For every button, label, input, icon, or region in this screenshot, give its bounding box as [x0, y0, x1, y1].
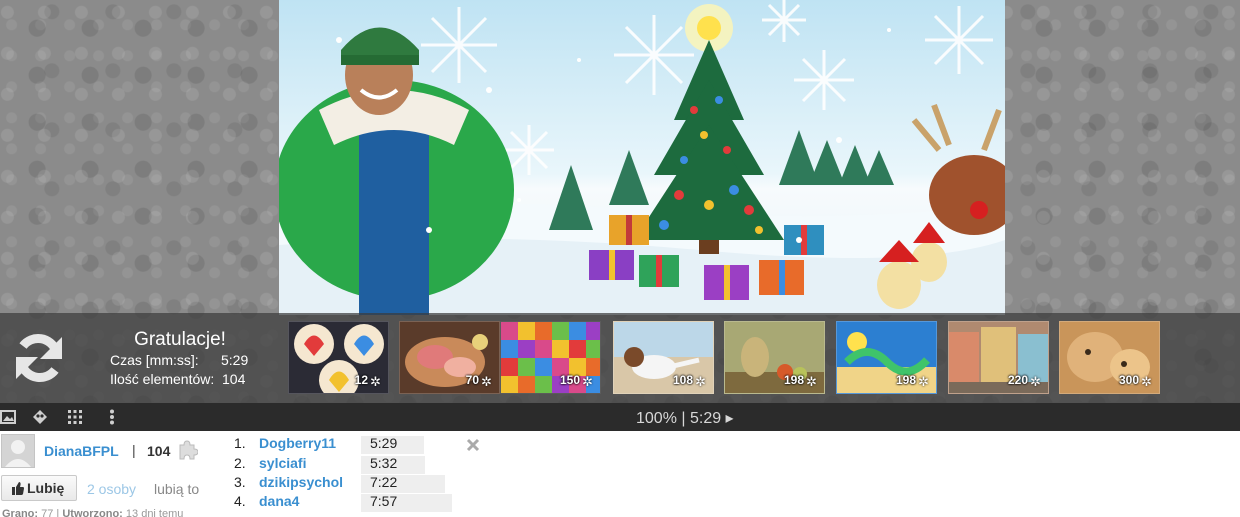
user-score: 104	[147, 443, 171, 459]
rank-time: 5:32	[370, 455, 398, 471]
rank-player-link[interactable]: dzikipsychol	[259, 474, 343, 490]
piece-count: 12	[354, 373, 368, 387]
congrats-title: Gratulacje!	[134, 329, 226, 350]
ranking-row: 4. dana4 7:57	[234, 493, 464, 512]
puzzle-piece-icon: ✲	[1030, 374, 1041, 389]
puzzle-piece-icon: ✲	[582, 374, 593, 389]
pieces-label: Ilość elementów:	[110, 371, 215, 387]
pieces-stat: Ilość elementów: 104	[110, 371, 245, 387]
rank-player-link[interactable]: sylciafi	[259, 455, 306, 471]
image-icon[interactable]	[0, 409, 16, 425]
puzzle-piece-icon: ✲	[481, 374, 492, 389]
puzzle-piece-icon: ✲	[1141, 374, 1152, 389]
puzzle-piece-icon: ✲	[370, 374, 381, 389]
piece-count: 70	[465, 373, 479, 387]
separator: |	[132, 442, 136, 458]
puzzle-stage: Gratulacje! Czas [mm:ss]: 5:29 Ilość ele…	[0, 0, 1240, 403]
piece-count: 198	[783, 373, 804, 387]
suggestion-thumb[interactable]: 70 ✲	[399, 321, 500, 394]
completion-overlay: Gratulacje! Czas [mm:ss]: 5:29 Ilość ele…	[0, 313, 1240, 403]
puzzle-piece-icon: ✲	[918, 374, 929, 389]
like-label: Lubię	[27, 480, 65, 496]
rank-player-link[interactable]: dana4	[259, 493, 299, 509]
time-label: Czas [mm:ss]:	[110, 352, 199, 368]
puzzle-image[interactable]	[279, 0, 1005, 315]
rank-time: 7:57	[370, 493, 398, 509]
rank-time: 7:22	[370, 474, 398, 490]
suggestion-thumb[interactable]: 198 ✲	[724, 321, 825, 394]
time-stat: Czas [mm:ss]: 5:29	[110, 352, 248, 368]
rank-player-link[interactable]: Dogberry11	[259, 435, 336, 451]
rank-position: 3.	[234, 474, 246, 490]
ranking-row: 2. sylciafi 5:32	[234, 455, 464, 474]
played-value: 77	[41, 508, 54, 517]
puzzle-piece-icon: ✲	[695, 374, 706, 389]
played-label: Grano:	[2, 508, 39, 517]
like-button[interactable]: Lubię	[1, 475, 77, 501]
user-silhouette-icon	[5, 440, 31, 467]
avatar[interactable]	[1, 434, 35, 468]
ranking-row: 1. Dogberry11 5:29	[234, 435, 464, 454]
pieces-value: 104	[222, 371, 246, 387]
suggestion-thumb[interactable]: 198 ✲	[836, 321, 937, 394]
suggestion-thumb[interactable]: 300 ✲	[1059, 321, 1160, 394]
christmas-scene-illustration	[279, 0, 1005, 315]
created-label: Utworzono:	[62, 508, 123, 517]
rank-position: 2.	[234, 455, 246, 471]
like-suffix: lubią to	[154, 481, 200, 497]
piece-count: 108	[672, 373, 693, 387]
more-icon[interactable]	[104, 409, 120, 425]
close-icon[interactable]	[466, 438, 480, 452]
suggestion-thumb[interactable]: 150 ✲	[500, 321, 601, 394]
rank-time: 5:29	[370, 435, 398, 451]
piece-count: 220	[1007, 373, 1028, 387]
reload-icon[interactable]	[10, 329, 68, 387]
suggestion-thumb[interactable]: 108 ✲	[613, 321, 714, 394]
puzzle-piece-icon: ✲	[806, 374, 817, 389]
progress-status: 100% | 5:29 ▸	[636, 410, 734, 427]
time-value: 5:29	[221, 352, 249, 368]
palette-icon[interactable]	[32, 409, 48, 425]
grid-icon[interactable]	[67, 409, 83, 425]
ranking-row: 3. dzikipsychol 7:22	[234, 474, 464, 493]
puzzle-piece-icon	[179, 440, 198, 460]
puzzle-meta: Grano: 77 | Utworzono: 13 dni temu	[2, 508, 183, 517]
bottom-toolbar: 100% | 5:29 ▸	[0, 403, 1240, 431]
rank-position: 4.	[234, 493, 246, 509]
like-people-link[interactable]: 2 osoby	[87, 481, 136, 497]
suggestion-thumb[interactable]: 12 ✲	[288, 321, 389, 394]
rank-position: 1.	[234, 435, 246, 451]
piece-count: 150	[559, 373, 580, 387]
piece-count: 198	[895, 373, 916, 387]
piece-count: 300	[1118, 373, 1139, 387]
created-value: 13 dni temu	[125, 508, 184, 517]
suggestion-thumb[interactable]: 220 ✲	[948, 321, 1049, 394]
username-link[interactable]: DianaBFPL	[44, 443, 119, 459]
thumb-up-icon	[12, 482, 24, 495]
